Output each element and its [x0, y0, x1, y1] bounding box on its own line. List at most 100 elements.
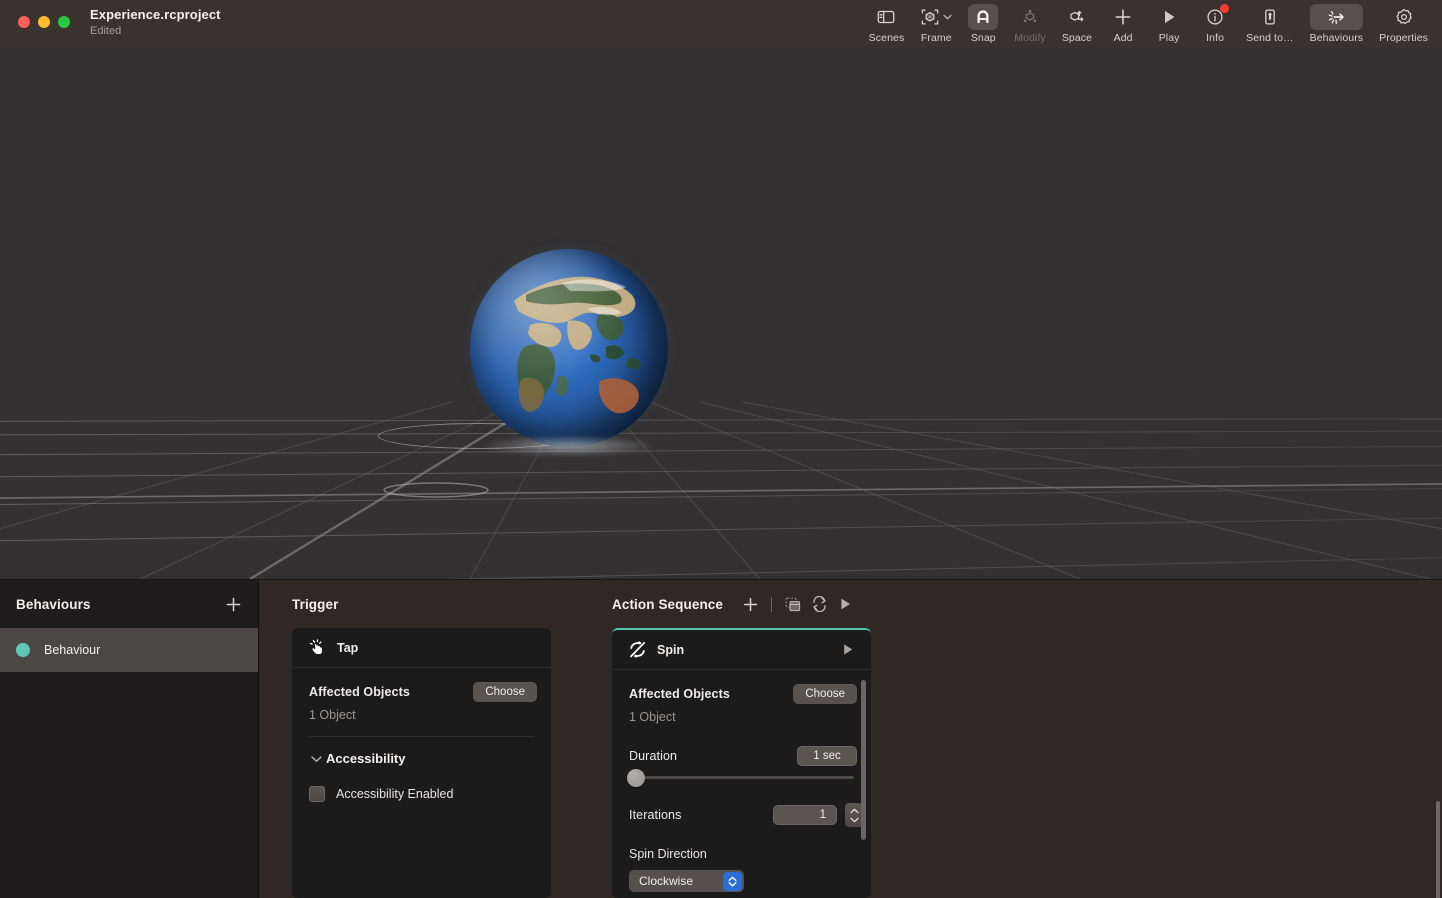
document-status: Edited — [90, 25, 122, 37]
iterations-value-field[interactable]: 1 — [773, 805, 837, 825]
send-to-icon-wrap — [1246, 4, 1294, 30]
modify-icon — [1023, 9, 1037, 23]
earth-globe[interactable] — [378, 249, 668, 457]
perspective-floor-grid — [0, 400, 1442, 579]
properties-gear-icon — [1395, 9, 1412, 25]
plus-icon — [1115, 9, 1131, 25]
properties-gear-icon-wrap — [1379, 4, 1428, 30]
toolbar-item-info[interactable]: Info — [1192, 0, 1238, 50]
duplicate-action-button[interactable] — [780, 592, 806, 616]
add-action-button[interactable] — [737, 592, 763, 616]
toolbar-item-add[interactable]: Add — [1100, 0, 1146, 50]
accessibility-section-header[interactable]: Accessibility — [292, 737, 551, 766]
toolbar-item-label: Add — [1113, 32, 1133, 44]
behaviour-item-label: Behaviour — [44, 643, 101, 657]
close-button[interactable] — [18, 16, 30, 28]
toolbar-item-label: Behaviours — [1309, 32, 1364, 44]
behaviour-list-item[interactable]: Behaviour — [0, 628, 258, 672]
trigger-card-name: Tap — [337, 640, 359, 655]
toolbar-item-frame[interactable]: Frame — [912, 0, 960, 50]
send-to-icon — [1265, 9, 1275, 25]
toolbar-item-play[interactable]: Play — [1146, 0, 1192, 50]
trigger-column: Trigger Tap Affected Objects Choose 1 Ob… — [260, 580, 580, 898]
trigger-affected-objects-row: Affected Objects Choose — [292, 668, 551, 702]
spin-direction-value: Clockwise — [639, 874, 694, 888]
behaviours-panel-header: Behaviours — [0, 580, 258, 628]
preview-sequence-button[interactable] — [832, 592, 858, 616]
plus-icon-wrap — [1108, 4, 1138, 30]
trigger-card[interactable]: Tap Affected Objects Choose 1 Object Acc… — [292, 628, 551, 898]
editor-page-scrollbar[interactable] — [1436, 801, 1440, 898]
spin-direction-select[interactable]: Clockwise — [629, 870, 744, 892]
chevron-down-icon — [849, 817, 859, 822]
action-card-body: Affected Objects Choose 1 Object Duratio… — [612, 670, 871, 892]
loop-action-button[interactable] — [806, 592, 832, 616]
behaviours-icon — [1328, 10, 1345, 24]
action-card-scrollbar[interactable] — [861, 680, 866, 840]
chevron-up-down-icon — [723, 871, 742, 891]
toolbar-item-label: Modify — [1014, 32, 1046, 44]
trigger-affected-objects-value: 1 Object — [309, 708, 356, 722]
play-icon-wrap — [1154, 4, 1184, 30]
toolbar-item-label: Play — [1158, 32, 1180, 44]
trigger-choose-button[interactable]: Choose — [473, 682, 537, 702]
play-action-button[interactable] — [839, 643, 857, 656]
scene-viewport[interactable] — [0, 50, 1442, 579]
document-name: Experience.rcproject — [90, 7, 221, 22]
accessibility-enabled-checkbox[interactable] — [309, 786, 325, 802]
toolbar-item-send-to[interactable]: Send to… — [1238, 0, 1302, 50]
duration-slider[interactable] — [612, 766, 871, 787]
realitycomposer-window: Experience.rcproject Edited Scenes Frame S… — [0, 0, 1442, 898]
duration-label: Duration — [629, 749, 678, 763]
plus-icon — [743, 597, 757, 611]
toolbar-item-behaviours[interactable]: Behaviours — [1302, 0, 1372, 50]
spin-direction-group: Spin Direction Clockwise — [612, 827, 871, 892]
minimize-button[interactable] — [38, 16, 50, 28]
duration-slider-knob[interactable] — [627, 768, 645, 787]
action-choose-button[interactable]: Choose — [793, 684, 857, 704]
action-card-header[interactable]: Spin — [612, 630, 871, 670]
trigger-header: Trigger — [260, 580, 580, 628]
action-sequence-header: Action Sequence — [580, 580, 870, 628]
chevron-down-icon — [943, 14, 952, 20]
title-bar: Experience.rcproject Edited Scenes Frame S… — [0, 0, 1442, 50]
action-card-spin[interactable]: Spin Affected Objects Choose 1 Object Du… — [612, 628, 871, 898]
duplicate-icon — [785, 597, 801, 611]
accessibility-enabled-row[interactable]: Accessibility Enabled — [292, 766, 551, 802]
info-circle-icon-wrap — [1200, 4, 1230, 30]
loop-repeat-icon — [812, 596, 826, 612]
trigger-card-header[interactable]: Tap — [292, 628, 551, 668]
behaviour-color-dot — [16, 643, 30, 657]
space-icon-wrap — [1062, 4, 1092, 30]
chevron-up-icon — [849, 808, 859, 813]
zoom-button[interactable] — [58, 16, 70, 28]
tap-hand-icon — [306, 639, 328, 656]
action-card-name: Spin — [657, 642, 685, 657]
scenes-panel-icon-wrap — [869, 4, 905, 30]
iterations-row: Iterations 1 — [612, 779, 871, 827]
toolbar-item-label: Info — [1206, 32, 1225, 44]
window-traffic-lights — [18, 16, 70, 28]
accessibility-section-title: Accessibility — [326, 751, 406, 766]
play-icon — [1165, 10, 1175, 24]
frame-object-icon-wrap — [920, 4, 952, 30]
toolbar-item-space[interactable]: Space — [1054, 0, 1100, 50]
add-behaviour-button[interactable] — [222, 593, 244, 615]
scenes-panel-icon — [878, 10, 895, 24]
toolbar-item-properties[interactable]: Properties — [1371, 0, 1436, 50]
behaviours-icon-wrap — [1309, 4, 1364, 30]
document-title-block: Experience.rcproject Edited — [90, 8, 221, 37]
action-affected-objects-label: Affected Objects — [629, 687, 730, 701]
modify-icon-wrap — [1014, 4, 1046, 30]
duration-value-field[interactable]: 1 sec — [797, 746, 857, 766]
trigger-card-body: Affected Objects Choose 1 Object Accessi… — [292, 668, 551, 802]
magnet-snap-icon — [977, 10, 989, 24]
duration-row: Duration 1 sec — [612, 724, 871, 766]
behaviours-list-panel: Behaviours Behaviour — [0, 580, 259, 898]
toolbar-item-modify: Modify — [1006, 0, 1054, 50]
action-affected-objects-value: 1 Object — [629, 710, 676, 724]
space-icon — [1070, 10, 1084, 22]
toolbar-item-label: Frame — [920, 32, 952, 44]
toolbar-item-scenes[interactable]: Scenes — [861, 0, 913, 50]
toolbar-item-snap[interactable]: Snap — [960, 0, 1006, 50]
